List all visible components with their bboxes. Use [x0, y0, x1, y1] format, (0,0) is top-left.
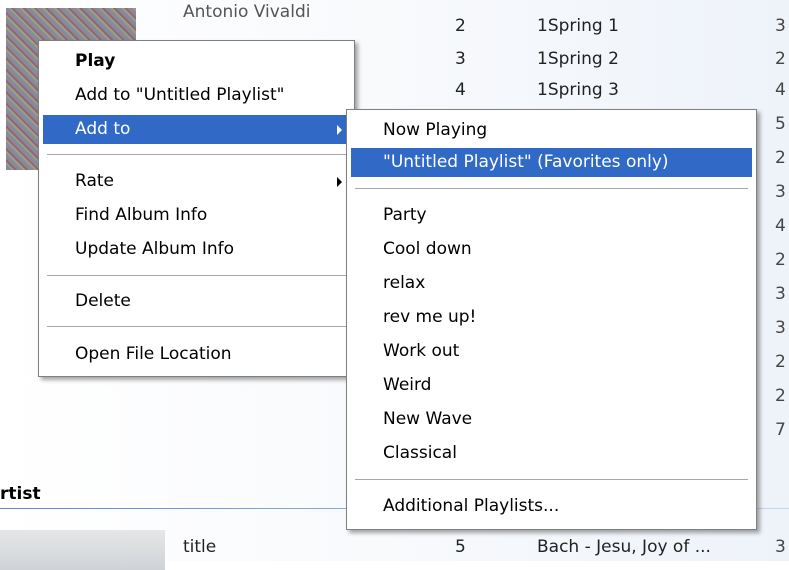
track-rating[interactable]: 3: [775, 537, 786, 557]
menu-item-update-album-info[interactable]: Update Album Info: [43, 235, 350, 264]
menu-item-label: Add to: [75, 119, 131, 139]
track-rating[interactable]: 4: [775, 80, 786, 100]
track-title[interactable]: 1Spring 1: [537, 16, 619, 36]
menu-separator: [47, 326, 346, 327]
track-rating[interactable]: 7: [775, 420, 786, 440]
submenu-item-now-playing[interactable]: Now Playing: [351, 116, 752, 145]
bottom-row-label: title: [183, 537, 217, 557]
menu-separator: [355, 188, 748, 189]
track-title[interactable]: Bach - Jesu, Joy of ...: [537, 537, 711, 557]
menu-item-add-to-untitled-playlist[interactable]: Add to "Untitled Playlist": [43, 81, 350, 110]
add-to-submenu: Now Playing "Untitled Playlist" (Favorit…: [346, 109, 757, 530]
menu-item-add-to[interactable]: Add to: [43, 115, 350, 144]
track-number: 5: [455, 537, 466, 557]
submenu-item-additional-playlists[interactable]: Additional Playlists...: [351, 492, 752, 521]
submenu-item-playlist[interactable]: relax: [351, 269, 752, 298]
track-number: 3: [455, 49, 466, 69]
submenu-item-untitled-playlist-favorites[interactable]: "Untitled Playlist" (Favorites only): [351, 148, 752, 177]
menu-item-delete[interactable]: Delete: [43, 287, 350, 316]
track-rating[interactable]: 2: [775, 148, 786, 168]
track-rating[interactable]: 2: [775, 386, 786, 406]
track-rating[interactable]: 4: [775, 216, 786, 236]
track-rating[interactable]: 3: [775, 16, 786, 36]
track-rating[interactable]: 2: [775, 250, 786, 270]
submenu-item-playlist[interactable]: New Wave: [351, 405, 752, 434]
submenu-item-playlist[interactable]: rev me up!: [351, 303, 752, 332]
menu-item-rate[interactable]: Rate: [43, 167, 350, 196]
context-menu: Play Add to "Untitled Playlist" Add to R…: [38, 40, 355, 377]
track-rating[interactable]: 3: [775, 182, 786, 202]
album-art-bach[interactable]: [0, 530, 165, 570]
menu-item-label: Rate: [75, 171, 114, 191]
submenu-item-playlist[interactable]: Classical: [351, 439, 752, 468]
track-rating[interactable]: 3: [775, 284, 786, 304]
menu-item-play[interactable]: Play: [43, 47, 350, 76]
menu-separator: [47, 154, 346, 155]
submenu-item-playlist[interactable]: Weird: [351, 371, 752, 400]
track-number: 4: [455, 80, 466, 100]
menu-separator: [355, 479, 748, 480]
section-header-artist: rtist: [0, 484, 41, 504]
menu-item-open-file-location[interactable]: Open File Location: [43, 340, 350, 369]
submenu-item-playlist[interactable]: Party: [351, 201, 752, 230]
submenu-item-playlist[interactable]: Cool down: [351, 235, 752, 264]
track-rating[interactable]: 2: [775, 49, 786, 69]
track-rating[interactable]: 3: [775, 318, 786, 338]
track-title[interactable]: 1Spring 3: [537, 80, 619, 100]
track-rating[interactable]: 2: [775, 352, 786, 372]
track-rating[interactable]: 5: [775, 114, 786, 134]
track-number: 2: [455, 16, 466, 36]
submenu-item-playlist[interactable]: Work out: [351, 337, 752, 366]
track-title[interactable]: 1Spring 2: [537, 49, 619, 69]
menu-item-find-album-info[interactable]: Find Album Info: [43, 201, 350, 230]
submenu-arrow-icon: [337, 177, 342, 187]
submenu-arrow-icon: [337, 125, 342, 135]
menu-separator: [47, 275, 346, 276]
artist-name: Antonio Vivaldi: [183, 2, 311, 22]
